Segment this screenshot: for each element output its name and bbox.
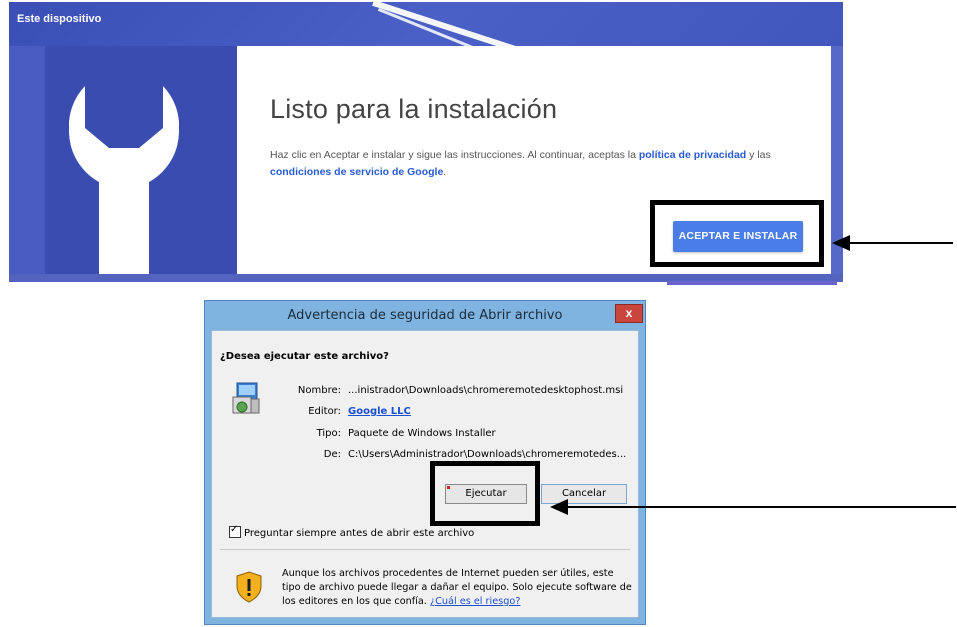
type-value: Paquete de Windows Installer: [348, 428, 496, 439]
always-ask-label: Preguntar siempre antes de abrir este ar…: [244, 528, 475, 539]
editor-label: Editor:: [308, 406, 341, 417]
type-label: Tipo:: [316, 428, 341, 439]
from-value: C:\Users\Administrador\Downloads\chromer…: [348, 449, 627, 460]
always-ask-checkbox[interactable]: Preguntar siempre antes de abrir este ar…: [229, 524, 475, 539]
highlight-box-accept: [650, 200, 824, 267]
security-warning-dialog: Advertencia de seguridad de Abrir archiv…: [204, 300, 646, 625]
decorative-line: [667, 281, 837, 285]
arrow-head: [550, 499, 568, 515]
dialog-body: ¿Desea ejecutar este archivo? Nombre: ..…: [211, 330, 639, 618]
page-title: Listo para la instalación: [270, 94, 558, 124]
terms-of-service-link[interactable]: condiciones de servicio de Google: [270, 166, 443, 178]
wrench-icon: [69, 86, 179, 282]
checkbox-checked-icon[interactable]: [229, 524, 241, 538]
install-description: Haz clic en Aceptar e instalar y sigue l…: [270, 149, 771, 178]
risk-link[interactable]: ¿Cuál es el riesgo?: [430, 596, 520, 607]
title-bar[interactable]: Advertencia de seguridad de Abrir archiv…: [205, 301, 645, 329]
device-label: Este dispositivo: [17, 13, 102, 25]
dialog-question: ¿Desea ejecutar este archivo?: [220, 351, 389, 362]
name-label: Nombre:: [297, 385, 341, 396]
annotation-arrow: [848, 242, 953, 244]
close-button[interactable]: x: [615, 304, 643, 323]
wrench-illustration: [9, 46, 237, 282]
dialog-title: Advertencia de seguridad de Abrir archiv…: [287, 308, 563, 323]
from-label: De:: [323, 449, 341, 460]
shield-warning-icon: [236, 571, 262, 603]
divider: [220, 549, 630, 550]
highlight-box-run: [430, 461, 540, 526]
name-value: ...inistrador\Downloads\chromeremotedesk…: [348, 385, 624, 396]
arrow-head: [832, 235, 850, 251]
warning-message: Aunque los archivos procedentes de Inter…: [282, 568, 632, 607]
annotation-arrow: [566, 506, 956, 508]
editor-link[interactable]: Google LLC: [348, 406, 411, 417]
privacy-policy-link[interactable]: política de privacidad: [639, 149, 746, 161]
